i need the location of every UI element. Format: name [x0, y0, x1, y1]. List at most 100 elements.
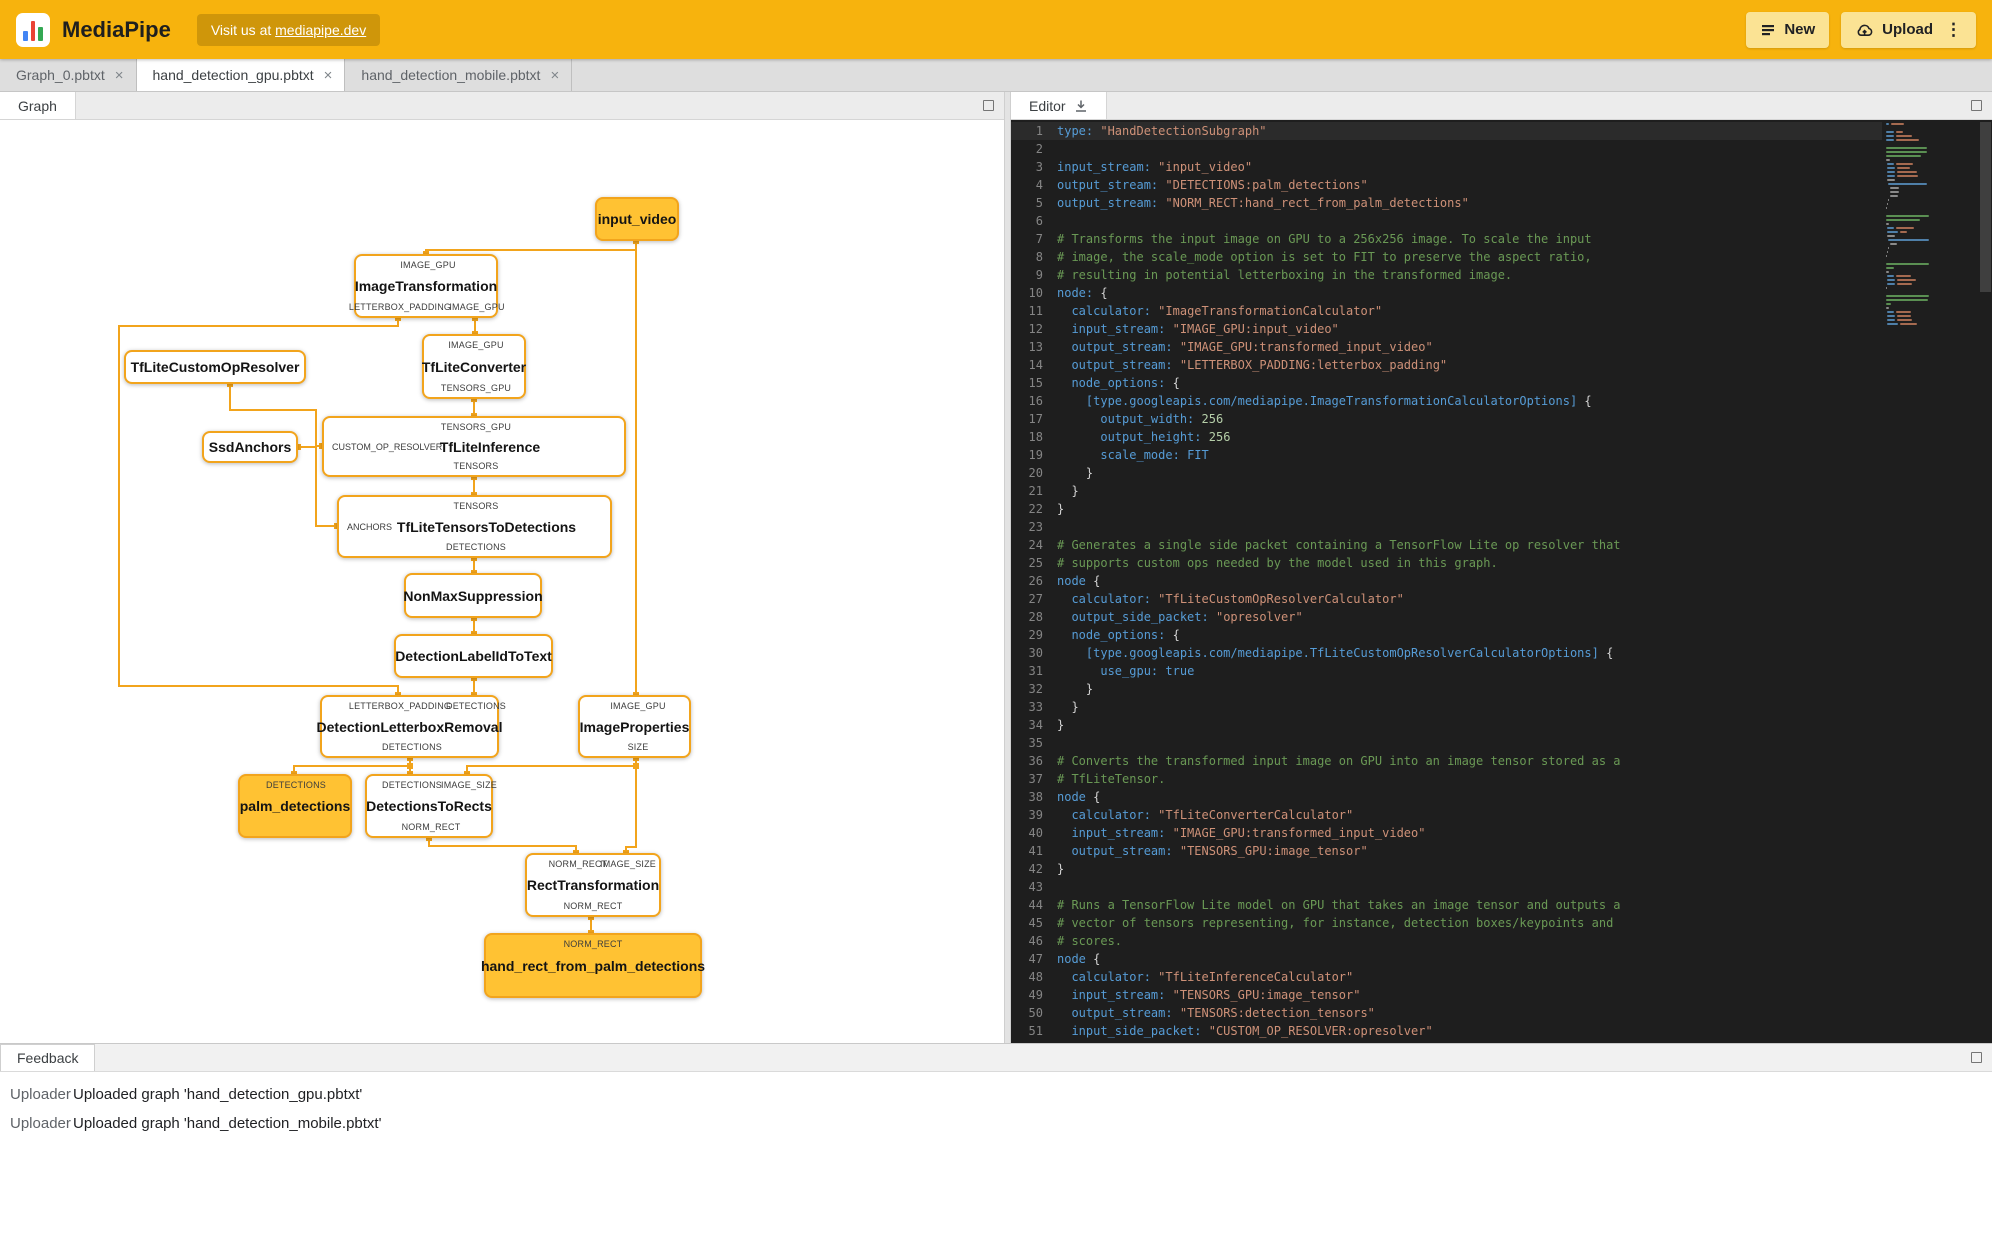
graph-tab-label: Graph: [18, 97, 57, 114]
code-line: 48 calculator: "TfLiteInferenceCalculato…: [1028, 970, 1354, 984]
file-tab[interactable]: Graph_0.pbtxt ×: [0, 59, 137, 91]
app-title: MediaPipe: [62, 16, 171, 42]
graph-node-TfLiteConverter[interactable]: IMAGE_GPU TENSORS_GPU TfLiteConverter: [422, 334, 526, 399]
feedback-row: Uploader Uploaded graph 'hand_detection_g…: [10, 1080, 1992, 1109]
editor-minimap[interactable]: [1886, 122, 1976, 1043]
code-line: 43: [1028, 880, 1043, 894]
feedback-panel: Feedback Uploader Uploaded graph 'hand_de…: [0, 1043, 1992, 1242]
node-title: TfLiteConverter: [421, 358, 527, 375]
port-label: DETECTIONS: [381, 742, 443, 752]
code-line: 14 output_stream: "LETTERBOX_PADDING:let…: [1028, 358, 1448, 372]
graph-node-TfLiteCustomOpResolver[interactable]: TfLiteCustomOpResolver: [124, 350, 306, 384]
graph-panel: Graph input_video IMAGE_GPU LETTERBOX_PADD…: [0, 92, 1004, 1043]
more-vert-icon[interactable]: ⋮: [1945, 20, 1962, 40]
code-line: 2: [1035, 142, 1043, 156]
code-line: 38 node {: [1028, 790, 1101, 804]
file-tab-label: hand_detection_mobile.pbtxt: [361, 67, 541, 83]
code-line: 35: [1028, 736, 1043, 750]
code-line: 21 }: [1028, 484, 1079, 498]
editor-scrollbar[interactable]: [1979, 120, 1992, 1043]
graph-node-hand_rect_from_palm_detections[interactable]: NORM_RECT hand_rect_from_palm_detections: [481, 933, 705, 998]
code-line: 37 # TfLiteTensor.: [1028, 772, 1166, 786]
port-label: TENSORS: [453, 461, 499, 471]
graph-node-DetectionsToRects[interactable]: DETECTIONS IMAGE_SIZE NORM_RECT DetectionsT…: [365, 774, 497, 838]
graph-node-NonMaxSuppression[interactable]: NonMaxSuppression: [403, 573, 543, 618]
tab-close-icon[interactable]: ×: [324, 67, 333, 84]
graph-node-DetectionLetterboxRemoval[interactable]: LETTERBOX_PADDING DETECTIONS DETECTIONS Det…: [317, 695, 506, 758]
node-title: DetectionLetterboxRemoval: [316, 718, 503, 735]
code-editor[interactable]: 1 type: "HandDetectionSubgraph" 2 3 input_st…: [1011, 120, 1992, 1043]
code-line: 19 scale_mode: FIT: [1028, 448, 1209, 462]
top-bar: MediaPipe Visit us at mediapipe.dev New …: [0, 0, 1992, 59]
code-line: 23: [1028, 520, 1043, 534]
file-tab-label: Graph_0.pbtxt: [16, 67, 105, 83]
float-window-icon[interactable]: [983, 100, 994, 111]
graph-node-TfLiteInference[interactable]: TENSORS_GPU TENSORS CUSTOM_OP_RESOLVER TfLi…: [322, 416, 626, 477]
code-line: 45 # vector of tensors representing, for …: [1028, 916, 1614, 930]
code-line: 16 [type.googleapis.com/mediapipe.ImageT…: [1028, 394, 1592, 408]
new-button-label: New: [1784, 21, 1816, 38]
graph-node-DetectionLabelIdToText[interactable]: DetectionLabelIdToText: [394, 634, 553, 678]
node-title: DetectionsToRects: [366, 798, 492, 814]
mediapipe-dev-link[interactable]: mediapipe.dev: [275, 22, 366, 38]
port-label: IMAGE_GPU: [610, 701, 666, 711]
download-icon[interactable]: [1074, 99, 1088, 113]
port-label: NORM_RECT: [563, 939, 623, 949]
code-line: 8 # image, the scale_mode option is set t…: [1035, 250, 1592, 264]
editor-panel-tabbar: Editor: [1011, 92, 1992, 120]
code-line: 39 calculator: "TfLiteConverterCalculato…: [1028, 808, 1354, 822]
feedback-message: Uploaded graph 'hand_detection_mobile.pb…: [73, 1115, 382, 1132]
graph-node-SsdAnchors[interactable]: SsdAnchors: [202, 431, 298, 463]
cloud-upload-icon: [1857, 24, 1873, 36]
node-title: TfLiteCustomOpResolver: [130, 359, 300, 375]
visit-prefix: Visit us at: [210, 21, 276, 38]
tab-close-icon[interactable]: ×: [115, 67, 124, 84]
port-label: SIZE: [627, 742, 649, 752]
code-line: 33 }: [1028, 700, 1079, 714]
port-label: TENSORS: [453, 501, 499, 511]
graph-node-ImageTransformation[interactable]: IMAGE_GPU LETTERBOX_PADDING IMAGE_GPU Image…: [349, 254, 504, 318]
code-line: 1 type: "HandDetectionSubgraph": [1011, 122, 1882, 140]
port-label: DETECTIONS: [265, 780, 327, 790]
code-line: 9 # resulting in potential letterboxing i…: [1035, 268, 1513, 282]
tab-close-icon[interactable]: ×: [550, 67, 559, 84]
feedback-source: Uploader: [10, 1115, 71, 1132]
editor-scrollbar-thumb[interactable]: [1980, 122, 1991, 292]
graph-node-ImageProperties[interactable]: IMAGE_GPU SIZE ImageProperties: [578, 695, 691, 758]
float-window-icon[interactable]: [1971, 1052, 1982, 1063]
graph-node-TfLiteTensorsToDetections[interactable]: TENSORS DETECTIONS ANCHORS TfLiteTensorsToD…: [337, 495, 612, 558]
tab-editor[interactable]: Editor: [1011, 92, 1107, 119]
code-line: 29 node_options: {: [1028, 628, 1180, 642]
node-title: NonMaxSuppression: [403, 587, 543, 604]
panel-divider[interactable]: [1004, 92, 1011, 1043]
feedback-tabbar: Feedback: [0, 1044, 1992, 1072]
port-label: IMAGE_SIZE: [599, 859, 657, 869]
float-window-icon[interactable]: [1971, 100, 1982, 111]
code-line: 22}: [1028, 502, 1065, 516]
code-line: 49 input_stream: "TENSORS_GPU:image_tens…: [1028, 988, 1361, 1002]
tab-feedback[interactable]: Feedback: [0, 1044, 96, 1071]
code-line: 28 output_side_packet: "opresolver": [1028, 610, 1303, 624]
code-line: 40 input_stream: "IMAGE_GPU:transformed_…: [1028, 826, 1426, 840]
tab-graph[interactable]: Graph: [0, 92, 76, 119]
new-button[interactable]: New: [1746, 11, 1830, 48]
code-line: 5 output_stream: "NORM_RECT:hand_rect_fro…: [1035, 196, 1469, 210]
code-line: 24 # Generates a single side packet conta…: [1028, 538, 1621, 552]
code-line: 13 output_stream: "IMAGE_GPU:transformed…: [1028, 340, 1433, 354]
file-tab[interactable]: hand_detection_gpu.pbtxt ×: [136, 59, 346, 91]
port-label: IMAGE_SIZE: [440, 780, 498, 790]
code-line: 25 # supports custom ops needed by the mo…: [1028, 556, 1498, 570]
mediapipe-logo: [16, 12, 50, 47]
port-label: IMAGE_GPU: [449, 302, 505, 312]
file-tab[interactable]: hand_detection_mobile.pbtxt ×: [345, 59, 573, 91]
upload-button[interactable]: Upload ⋮: [1841, 11, 1976, 48]
editor-panel: Editor 1 type: "HandDetectionSubgraph" 2 3 i…: [1011, 92, 1992, 1043]
code-line: 18 output_height: 256: [1028, 430, 1231, 444]
node-title: RectTransformation: [526, 877, 660, 893]
code-line: 31 use_gpu: true: [1028, 664, 1195, 678]
node-title: TfLiteInference: [439, 438, 541, 455]
graph-node-input_video[interactable]: input_video: [595, 197, 679, 241]
graph-node-palm_detections[interactable]: DETECTIONS palm_detections: [238, 774, 352, 838]
graph-canvas[interactable]: input_video IMAGE_GPU LETTERBOX_PADDING IMA…: [0, 120, 1004, 1043]
graph-node-RectTransformation[interactable]: NORM_RECT IMAGE_SIZE NORM_RECT RectTransfor…: [525, 853, 661, 917]
